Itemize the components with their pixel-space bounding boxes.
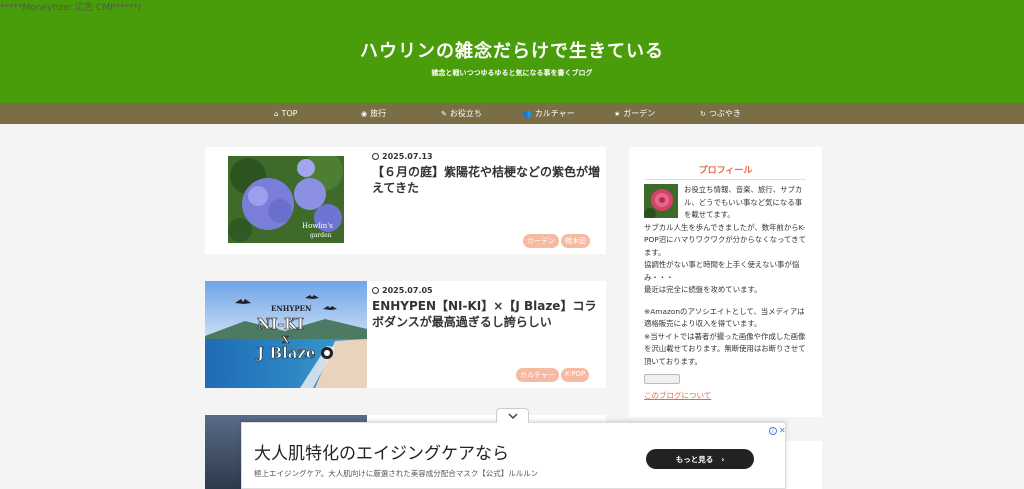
ad-close-icon[interactable]: ✕ (779, 426, 786, 435)
ad-info-icon[interactable]: i (769, 427, 777, 435)
nav-item-travel[interactable]: ◉ 旅行 (361, 107, 386, 120)
profile-avatar (644, 184, 678, 218)
tag-culture[interactable]: カルチャー (516, 368, 559, 382)
moneytizer-comment-text: *****Moneytizer 広告 CMP*****/ (0, 3, 142, 13)
site-header: ハウリンの雑念だらけで生きている 雑念と戦いつつゆるゆると気になる事を書くブログ (0, 0, 1024, 103)
site-tagline: 雑念と戦いつつゆるゆると気になる事を書くブログ (431, 69, 593, 77)
post-tags: カルチャー K-POP (516, 368, 590, 382)
sidebar-profile-widget: プロフィール お役立ち情報、音楽、旅行、サブカル、どうでもいい事など気になる事を… (629, 147, 822, 417)
nav-item-top[interactable]: ⌂ TOP (274, 107, 297, 120)
post-thumbnail[interactable]: Howlin's garden (228, 156, 344, 243)
thumb-brand: ENHYPEN (271, 304, 312, 313)
hydrangea-image: Howlin's garden (228, 156, 344, 243)
site-title[interactable]: ハウリンの雑念だらけで生きている (0, 37, 1024, 63)
globe-icon: ◉ (361, 109, 368, 118)
clock-icon (372, 153, 379, 160)
thumb-line1: NI-KI (257, 315, 304, 333)
nav-item-tweets[interactable]: ↻ つぶやき (700, 107, 741, 120)
post-date-text: 2025.07.05 (382, 286, 433, 295)
profile-line: 最近は完全に続盤を攻めています。 (644, 285, 762, 294)
enhypen-collab-image: ENHYPEN NI-KI X J Blaze (205, 281, 367, 388)
pencil-icon: ✎ (441, 109, 447, 118)
post-card[interactable]: Howlin's garden 2025.07.13 【６月の庭】紫陽花や桔梗な… (205, 147, 606, 254)
ad-more-button[interactable]: もっと見る › (646, 449, 754, 469)
ad-headline[interactable]: 大人肌特化のエイジングケアなら (254, 439, 509, 464)
ad-subtext: 極上エイジングケア。大人肌向けに厳選された美容成分配合マスク【公式】ルルルン (254, 469, 539, 478)
ad-button-label: もっと見る (675, 454, 714, 464)
follow-button[interactable] (644, 374, 680, 384)
nav-item-label: ガーデン (623, 109, 656, 118)
post-date: 2025.07.05 (372, 286, 433, 295)
disclaimer-line: ※Amazonのアソシエイトとして、当メディアは適格販売により収入を得ています。 (644, 306, 805, 329)
users-icon: 👥 (523, 109, 532, 118)
svg-text:garden: garden (310, 232, 332, 239)
nav-item-label: お役立ち (449, 109, 482, 118)
post-date-text: 2025.07.13 (382, 152, 433, 161)
rose-image (644, 184, 678, 218)
profile-intro: お役立ち情報、音楽、旅行、サブカル、どうでもいい事など気になる事を載せてます。 (684, 185, 803, 219)
profile-heading: プロフィール (698, 166, 753, 176)
bottom-ad-banner[interactable]: 大人肌特化のエイジングケアなら 極上エイジングケア。大人肌向けに厳選された美容成… (241, 422, 786, 489)
post-title[interactable]: ENHYPEN【NI-KI】×【J Blaze】コラボダンスが最高過ぎるし誇らし… (372, 298, 600, 330)
post-date: 2025.07.13 (372, 152, 433, 161)
thumb-line3: J Blaze (255, 344, 315, 362)
tag-kpop[interactable]: K-POP (560, 368, 590, 382)
tag-garden[interactable]: ガーデン (523, 234, 559, 248)
nav-item-label: つぶやき (708, 109, 741, 118)
nav-item-useful[interactable]: ✎ お役立ち (441, 107, 482, 120)
thumb-caption: Howlin's (302, 222, 333, 230)
ad-collapse-toggle[interactable] (496, 408, 529, 423)
main-nav: ⌂ TOP ◉ 旅行 ✎ お役立ち 👥 カルチャー ★ ガーデン ↻ つぶやき (0, 103, 1024, 124)
tag-zoukiniwa[interactable]: 雑木庭 (561, 234, 590, 248)
nav-item-culture[interactable]: 👥 カルチャー (523, 107, 575, 120)
star-icon: ★ (614, 109, 621, 118)
post-card[interactable]: ENHYPEN NI-KI X J Blaze 2025.07.05 ENHYP… (205, 281, 606, 388)
chevron-down-icon (507, 413, 518, 419)
nav-item-label: 旅行 (370, 109, 387, 118)
post-thumbnail[interactable]: ENHYPEN NI-KI X J Blaze (205, 281, 367, 388)
nav-item-label: カルチャー (534, 109, 575, 118)
clock-icon (372, 287, 379, 294)
heading-divider (645, 179, 806, 180)
about-blog-link[interactable]: このブログについて (644, 390, 711, 401)
nav-item-label: TOP (281, 109, 298, 118)
profile-line: 協調性がない事と時間を上手く使えない事が悩み・・・ (644, 260, 800, 282)
refresh-icon: ↻ (700, 109, 706, 118)
post-tags: ガーデン 雑木庭 (523, 234, 590, 248)
home-icon: ⌂ (274, 109, 279, 118)
disclaimer-line: ※当サイトでは著者が撮った画像や作成した画像を沢山載せております。無断使用はお断… (644, 331, 806, 366)
profile-line: サブカル人生を歩んできましたが、数年前からK-POP沼にハマりワクワクが分からな… (644, 222, 806, 257)
chevron-right-icon: › (721, 454, 725, 464)
post-title[interactable]: 【６月の庭】紫陽花や桔梗などの紫色が増えてきた (372, 164, 600, 196)
nav-item-garden[interactable]: ★ ガーデン (614, 107, 655, 120)
